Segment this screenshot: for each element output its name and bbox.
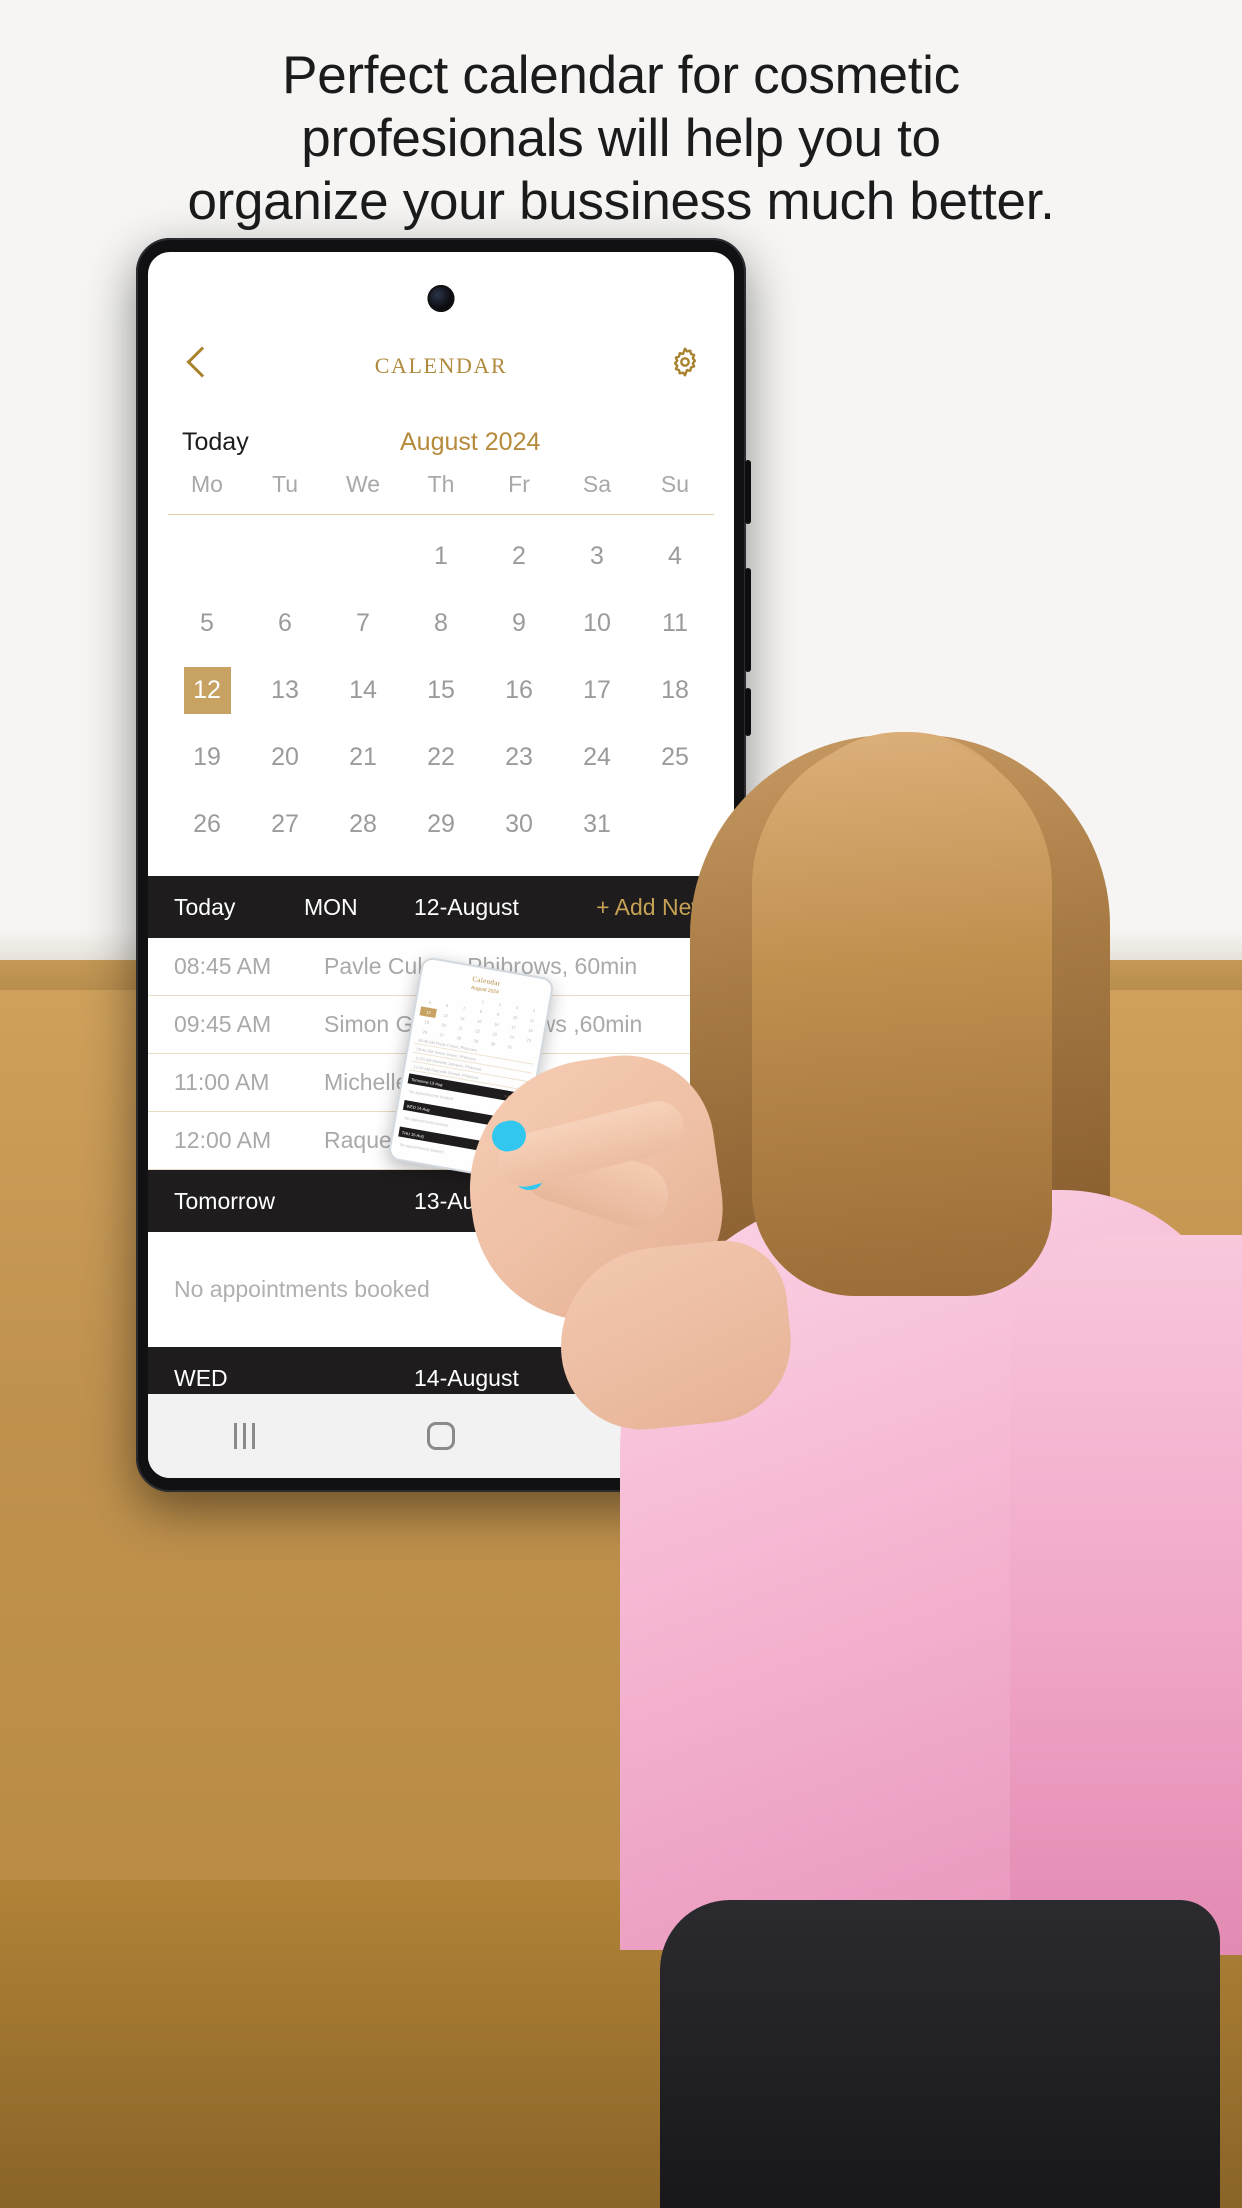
calendar-day-selected[interactable]: 12 <box>168 657 246 724</box>
model-skirt <box>660 1900 1220 2208</box>
calendar-day[interactable]: 20 <box>246 724 324 791</box>
calendar-day[interactable]: 5 <box>168 590 246 657</box>
appointment-time: 09:45 AM <box>174 1011 272 1037</box>
calendar-day[interactable]: 9 <box>480 590 558 657</box>
calendar-day[interactable]: 22 <box>402 724 480 791</box>
phone-side-key-2[interactable] <box>745 568 751 672</box>
agenda-relative-label: Tomorrow <box>174 1187 275 1214</box>
appointment-time: 11:00 AM <box>174 1069 270 1095</box>
calendar-day[interactable]: 15 <box>402 657 480 724</box>
calendar-day[interactable]: 24 <box>558 724 636 791</box>
headline-line-2: profesionals will help you to <box>301 109 941 168</box>
calendar-day-blank <box>246 523 324 590</box>
calendar-day[interactable]: 29 <box>402 791 480 858</box>
calendar-day[interactable]: 27 <box>246 791 324 858</box>
screenshot-root: Perfect calendar for cosmetic profesiona… <box>0 0 1242 2208</box>
headline-line-1: Perfect calendar for cosmetic <box>282 46 960 105</box>
agenda-relative-label: Today <box>174 893 236 920</box>
calendar-day[interactable]: 18 <box>636 657 714 724</box>
calendar-day[interactable]: 3 <box>558 523 636 590</box>
calendar-day[interactable]: 13 <box>246 657 324 724</box>
mini-calendar-day: 25 <box>526 1037 532 1043</box>
agenda-relative-label: WED <box>174 1364 228 1391</box>
agenda-weekday-label: MON <box>304 893 358 920</box>
calendar-day[interactable]: 2 <box>480 523 558 590</box>
phone-side-key-1[interactable] <box>745 460 751 524</box>
recents-icon[interactable] <box>234 1423 256 1449</box>
calendar-day[interactable]: 4 <box>636 523 714 590</box>
calendar-day[interactable]: 10 <box>558 590 636 657</box>
calendar-day[interactable]: 11 <box>636 590 714 657</box>
calendar-day[interactable]: 25 <box>636 724 714 791</box>
appointment-time: 08:45 AM <box>174 953 272 979</box>
calendar-day[interactable]: 7 <box>324 590 402 657</box>
calendar-weekday: We <box>345 471 381 497</box>
page-title: Calendar <box>374 343 508 380</box>
calendar-day[interactable]: 19 <box>168 724 246 791</box>
calendar-weekday: Th <box>427 471 455 497</box>
calendar-day[interactable]: 8 <box>402 590 480 657</box>
month-label[interactable]: August 2024 <box>372 428 700 457</box>
calendar-day-blank <box>324 523 402 590</box>
calendar-day-grid[interactable]: 1 2 3 4 5 6 7 8 9 10 11 12 13 14 15 16 17 18 19 20 21 22 23 24 2… <box>168 515 714 858</box>
calendar-weekday: Tu <box>272 471 298 497</box>
calendar-day-label: 12 <box>183 667 231 714</box>
agenda-day-header: Today MON 12-August + Add New <box>148 876 734 938</box>
calendar-weekday: Su <box>660 471 690 497</box>
month-navigation-row: Today August 2024 <box>148 410 734 467</box>
headline-line-3: organize your bussiness much better. <box>187 172 1055 231</box>
calendar-day[interactable]: 16 <box>480 657 558 724</box>
model-sleeve <box>1010 1235 1242 1955</box>
calendar-day-blank <box>168 523 246 590</box>
calendar-day[interactable]: 17 <box>558 657 636 724</box>
model-hair-front <box>752 736 1052 1296</box>
calendar-day[interactable]: 21 <box>324 724 402 791</box>
marketing-headline: Perfect calendar for cosmetic profesiona… <box>0 44 1242 233</box>
calendar-day[interactable]: 30 <box>480 791 558 858</box>
calendar-weekday: Sa <box>582 471 612 497</box>
calendar-weekday-row: Mo Tu We Th Fr Sa Su <box>168 471 714 515</box>
calendar-widget: Mo Tu We Th Fr Sa Su 1 2 3 4 5 6 7 8 9 10 11 12 13 14 15 16 17… <box>148 467 734 858</box>
calendar-day[interactable]: 6 <box>246 590 324 657</box>
calendar-day[interactable]: 28 <box>324 791 402 858</box>
phone-side-key-3[interactable] <box>745 688 751 736</box>
calendar-day[interactable]: 26 <box>168 791 246 858</box>
chevron-left-icon[interactable] <box>180 345 214 379</box>
calendar-day[interactable]: 31 <box>558 791 636 858</box>
calendar-day[interactable]: 14 <box>324 657 402 724</box>
calendar-weekday: Mo <box>191 471 223 497</box>
front-camera <box>427 285 455 312</box>
calendar-day[interactable]: 23 <box>480 724 558 791</box>
gear-icon[interactable] <box>668 345 702 379</box>
appointment-time: 12:00 AM <box>174 1127 272 1153</box>
calendar-day[interactable]: 1 <box>402 523 480 590</box>
agenda-date-label: 12-August <box>414 893 519 920</box>
app-header: Calendar <box>148 314 734 410</box>
calendar-weekday: Fr <box>508 471 530 497</box>
today-label[interactable]: Today <box>182 428 372 457</box>
home-icon[interactable] <box>427 1422 456 1450</box>
